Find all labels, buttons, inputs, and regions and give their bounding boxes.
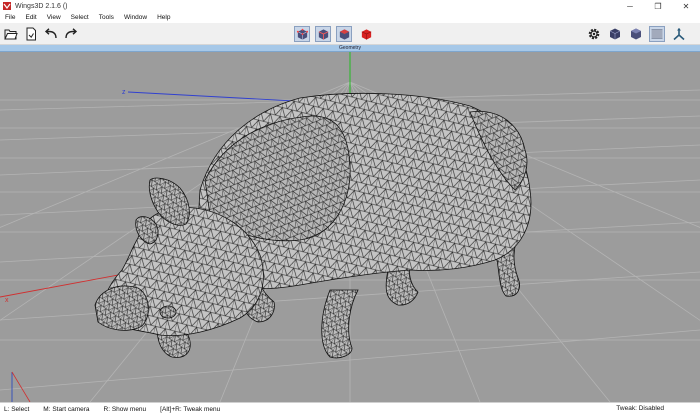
body-select-icon — [361, 28, 371, 40]
z-axis-label: z — [122, 89, 126, 96]
save-button[interactable] — [23, 26, 39, 42]
geometry-window-header: Geometry — [0, 45, 700, 52]
face-select-icon — [339, 28, 349, 40]
menu-window[interactable]: Window — [119, 12, 152, 23]
vertex-mode-button[interactable] — [294, 26, 310, 42]
gear-icon — [588, 28, 600, 40]
edge-select-icon — [318, 28, 328, 40]
menu-edit[interactable]: Edit — [20, 12, 41, 23]
menu-select[interactable]: Select — [66, 12, 94, 23]
wireframe-icon — [651, 29, 663, 39]
open-button[interactable] — [3, 26, 19, 42]
status-right-menu: R: Show menu — [103, 405, 147, 413]
smooth-preview-button[interactable] — [607, 26, 623, 42]
minimize-button[interactable]: ─ — [616, 0, 644, 12]
toolbar — [0, 23, 700, 45]
undo-icon — [44, 28, 57, 39]
axes-toggle-button[interactable] — [671, 26, 687, 42]
status-left-select: L: Select — [4, 405, 30, 413]
restore-button[interactable]: ❐ — [644, 0, 672, 12]
face-mode-button[interactable] — [336, 26, 352, 42]
vertex-select-icon — [296, 28, 308, 40]
open-folder-icon — [4, 29, 18, 40]
axes-icon — [673, 28, 685, 41]
close-button[interactable]: ✕ — [672, 0, 700, 12]
status-middle-camera: M: Start camera — [43, 405, 90, 413]
smooth-cube-icon — [609, 28, 621, 40]
settings-button[interactable] — [586, 26, 602, 42]
undo-button[interactable] — [43, 26, 59, 42]
title-bar: Wings3D 2.1.6 () ─ ❐ ✕ — [0, 0, 700, 12]
geometry-viewport[interactable]: z x — [0, 52, 700, 402]
wireframe-view-button[interactable] — [649, 26, 665, 42]
save-file-icon — [26, 27, 36, 41]
menu-bar: File Edit View Select Tools Window Help — [0, 12, 700, 23]
menu-help[interactable]: Help — [152, 12, 175, 23]
body-mode-button[interactable] — [358, 26, 374, 42]
viewport-canvas: z x — [0, 52, 700, 402]
wings3d-app-icon — [3, 2, 11, 10]
window-controls: ─ ❐ ✕ — [616, 0, 700, 12]
status-bar: L: Select M: Start camera R: Show menu [… — [0, 402, 700, 415]
shaded-view-button[interactable] — [628, 26, 644, 42]
x-axis-label: x — [5, 297, 9, 304]
redo-icon — [65, 28, 78, 39]
shaded-cube-icon — [631, 28, 641, 40]
menu-file[interactable]: File — [0, 12, 20, 23]
edge-mode-button[interactable] — [315, 26, 331, 42]
menu-view[interactable]: View — [42, 12, 66, 23]
menu-tools[interactable]: Tools — [94, 12, 119, 23]
tweak-status: Tweak: Disabled — [616, 405, 664, 412]
rhino-mesh-model — [94, 92, 532, 359]
redo-button[interactable] — [63, 26, 79, 42]
status-tweak-menu: [Alt]+R: Tweak menu — [160, 405, 221, 413]
window-title: Wings3D 2.1.6 () — [15, 2, 68, 10]
